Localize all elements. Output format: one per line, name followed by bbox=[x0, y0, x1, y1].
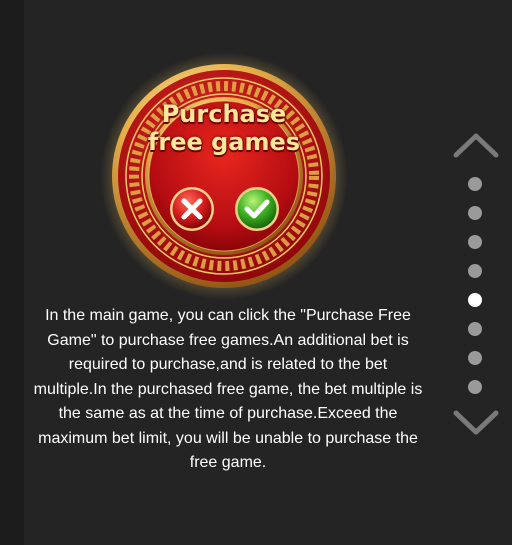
chevron-up-icon bbox=[453, 133, 499, 158]
page-dot-3[interactable] bbox=[468, 235, 482, 249]
previous-page-button[interactable] bbox=[452, 130, 500, 160]
badge-title: Purchase free games bbox=[100, 100, 348, 156]
badge-art bbox=[100, 52, 348, 300]
help-description: In the main game, you can click the "Pur… bbox=[33, 307, 423, 471]
page-dot-2[interactable] bbox=[468, 206, 482, 220]
chevron-down-icon bbox=[453, 410, 499, 435]
next-page-button[interactable] bbox=[452, 408, 500, 438]
page-dot-1[interactable] bbox=[468, 177, 482, 191]
cancel-button[interactable] bbox=[169, 186, 215, 232]
left-edge-strip bbox=[0, 0, 24, 545]
page-dot-8[interactable] bbox=[468, 380, 482, 394]
page-dot-6[interactable] bbox=[468, 322, 482, 336]
page-dot-5[interactable] bbox=[468, 293, 482, 307]
confirm-button[interactable] bbox=[234, 186, 280, 232]
check-icon bbox=[235, 187, 279, 231]
badge-title-line2: free games bbox=[147, 128, 301, 156]
page-dot-4[interactable] bbox=[468, 264, 482, 278]
page-indicator bbox=[468, 177, 484, 409]
close-icon bbox=[170, 187, 214, 231]
purchase-free-games-badge: Purchase free games bbox=[100, 52, 348, 300]
badge-title-line1: Purchase bbox=[161, 100, 287, 128]
page-dot-7[interactable] bbox=[468, 351, 482, 365]
